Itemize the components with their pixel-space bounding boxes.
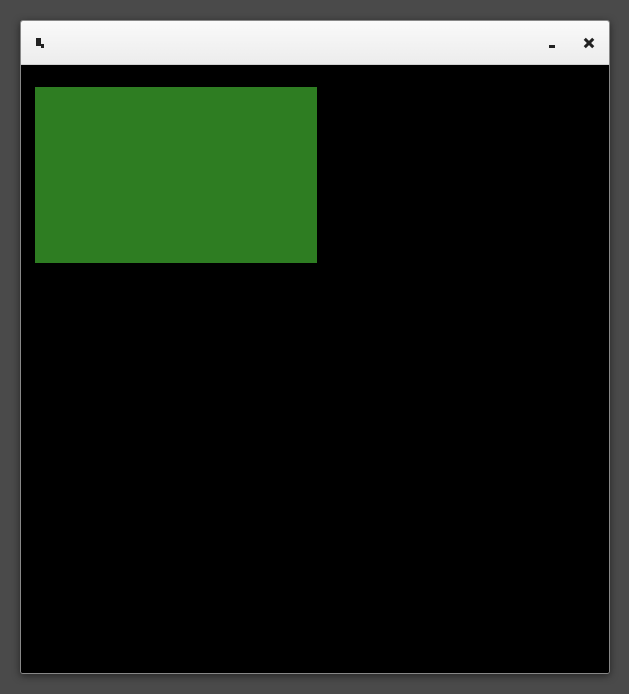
minimize-icon[interactable] [547, 38, 557, 48]
canvas-area [21, 65, 609, 673]
close-icon[interactable] [583, 37, 595, 49]
titlebar-right [547, 37, 595, 49]
application-window [20, 20, 610, 674]
app-icon [35, 37, 45, 49]
titlebar-left [35, 37, 53, 49]
titlebar[interactable] [21, 21, 609, 65]
green-rectangle [35, 87, 317, 263]
